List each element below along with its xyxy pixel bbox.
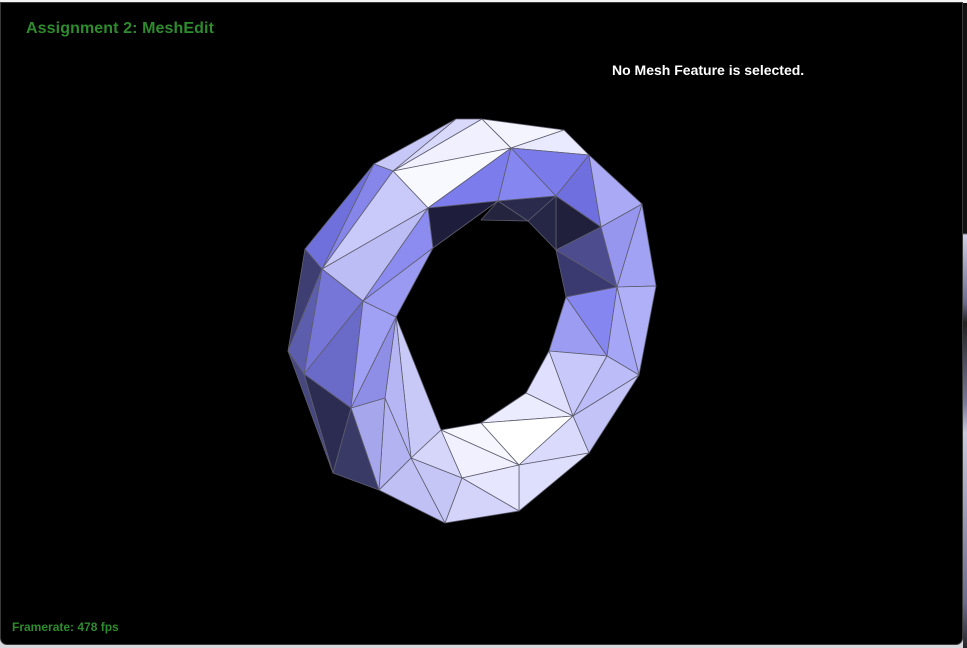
app-title: Assignment 2: MeshEdit xyxy=(26,20,215,37)
selection-status: No Mesh Feature is selected. xyxy=(612,62,805,78)
mesh-faces[interactable] xyxy=(287,118,657,524)
framerate-readout: Framerate: 478 fps xyxy=(12,620,119,634)
mesh-face xyxy=(427,200,499,249)
background-window-edge xyxy=(963,3,967,648)
meshedit-viewport[interactable]: Assignment 2: MeshEdit No Mesh Feature i… xyxy=(0,2,963,645)
torus-mesh[interactable] xyxy=(1,3,963,645)
